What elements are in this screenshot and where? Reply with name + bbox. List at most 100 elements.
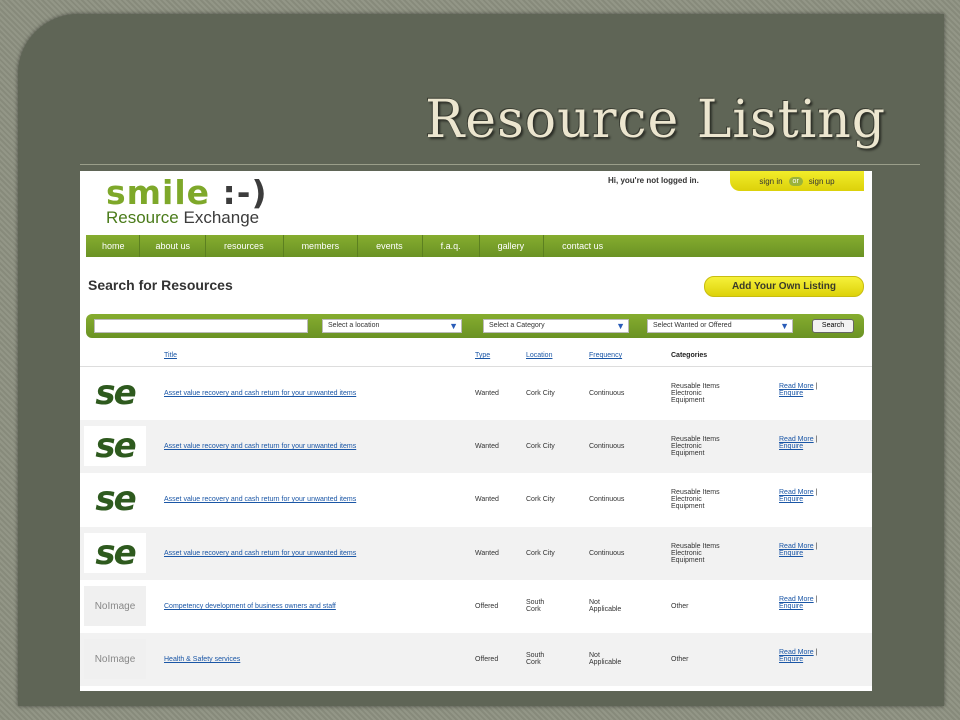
read-more-link[interactable]: Read More [779,596,814,603]
listing-type: Offered [475,656,499,663]
chevron-down-icon: ▼ [780,321,789,331]
thumbnail-text: No [94,600,108,612]
actions-line: Read More | [779,489,817,496]
actions-line: Read More | [779,543,817,550]
table-row: se Asset value recovery and cash return f… [80,527,872,580]
frequency-line: Not [589,652,600,659]
listing-location: Cork City [526,550,555,557]
location-select[interactable]: Select a location ▼ [322,319,462,333]
enquire-link[interactable]: Enquire [779,443,817,450]
listing-title-link[interactable]: Asset value recovery and cash return for… [164,443,356,450]
link-separator: | [813,489,818,496]
category-line: Equipment [671,502,705,510]
enquire-link[interactable]: Enquire [779,656,817,663]
chevron-down-icon: ▼ [616,321,625,331]
listing-title-link[interactable]: Health & Safety services [164,656,240,663]
listing-type: Wanted [475,443,499,450]
listing-title-link[interactable]: Asset value recovery and cash return for… [164,550,356,557]
listing-location: South Cork [526,652,544,666]
listing-thumbnail[interactable]: se [84,426,146,466]
listing-frequency: Not Applicable [589,599,621,613]
listing-frequency: Continuous [589,496,624,503]
category-line: Equipment [671,449,705,457]
nav-item-gallery[interactable]: gallery [480,235,545,257]
nav-item-events[interactable]: events [358,235,423,257]
category-line: Electronic [671,389,702,397]
sign-in-link[interactable]: sign in [759,177,782,186]
actions-line: Read More | [779,649,817,656]
frequency-line: Continuous [589,495,625,503]
read-more-link[interactable]: Read More [779,543,814,550]
read-more-link[interactable]: Read More [779,383,814,390]
location-select-label: Select a location [328,322,380,329]
category-line: Equipment [671,556,705,564]
listing-thumbnail[interactable]: se [84,533,146,573]
table-row: se Asset value recovery and cash return f… [80,420,872,473]
actions-line: Read More | [779,383,817,390]
nav-item-resources[interactable]: resources [206,235,284,257]
frequency-line: Continuous [589,442,625,450]
listing-title-link[interactable]: Asset value recovery and cash return for… [164,390,356,397]
search-bar: Select a location ▼ Select a Category ▼ … [86,314,864,338]
search-button[interactable]: Search [812,319,854,333]
listing-thumbnail[interactable]: se [84,373,146,413]
enquire-link[interactable]: Enquire [779,496,817,503]
sign-up-link[interactable]: sign up [809,177,835,186]
nav-item-contact-us[interactable]: contact us [544,235,621,257]
logo-sub-resource: Resource [106,208,179,227]
listing-categories: Other [671,656,689,663]
read-more-link[interactable]: Read More [779,436,814,443]
enquire-link[interactable]: Enquire [779,550,817,557]
listing-categories: Reusable Items Electronic Equipment [671,543,720,564]
category-line: Reusable Items [671,542,720,550]
nav-item-about-us[interactable]: about us [140,235,207,257]
listing-frequency: Continuous [589,443,624,450]
wanted-offered-select-label: Select Wanted or Offered [653,322,732,329]
category-line: Electronic [671,549,702,557]
listing-thumbnail[interactable]: se [84,479,146,519]
location-line: Cork [526,606,541,613]
location-line: South [526,652,545,659]
col-location[interactable]: Location [526,352,552,359]
col-categories: Categories [671,352,708,359]
logo-word: smile [106,173,211,212]
col-title[interactable]: Title [164,352,177,359]
frequency-line: Continuous [589,389,625,397]
listing-type: Wanted [475,550,499,557]
category-line: Reusable Items [671,435,720,443]
category-line: Reusable Items [671,382,720,390]
listing-title-link[interactable]: Competency development of business owner… [164,603,336,610]
category-line: Other [671,655,689,663]
nav-item-home[interactable]: home [86,235,140,257]
site-logo[interactable]: smile :-) Resource Exchange [106,175,268,227]
frequency-line: Continuous [589,549,625,557]
nav-item-members[interactable]: members [284,235,359,257]
category-select[interactable]: Select a Category ▼ [483,319,629,333]
add-listing-button[interactable]: Add Your Own Listing [704,276,864,297]
listing-frequency: Not Applicable [589,652,621,666]
link-separator: | [813,596,818,603]
chevron-down-icon: ▼ [449,321,458,331]
listing-location: Cork City [526,443,555,450]
read-more-link[interactable]: Read More [779,649,814,656]
thumbnail-placeholder: No Image [84,586,146,626]
nav-item-faq[interactable]: f.a.q. [423,235,480,257]
col-frequency[interactable]: Frequency [589,352,622,359]
wanted-offered-select[interactable]: Select Wanted or Offered ▼ [647,319,793,333]
link-separator: | [813,436,818,443]
search-input[interactable] [94,319,308,333]
thumbnail-text: Image [107,653,136,665]
col-type[interactable]: Type [475,352,490,359]
frequency-line: Not [589,599,600,606]
listing-location: Cork City [526,390,555,397]
read-more-link[interactable]: Read More [779,489,814,496]
listing-title-link[interactable]: Asset value recovery and cash return for… [164,496,356,503]
listing-actions: Read More | Enquire [779,383,817,397]
enquire-link[interactable]: Enquire [779,603,817,610]
listing-type: Wanted [475,390,499,397]
enquire-link[interactable]: Enquire [779,390,817,397]
slide-divider [80,164,920,165]
listing-categories: Reusable Items Electronic Equipment [671,436,720,457]
login-status: Hi, you're not logged in. [608,176,699,185]
actions-line: Read More | [779,596,817,603]
